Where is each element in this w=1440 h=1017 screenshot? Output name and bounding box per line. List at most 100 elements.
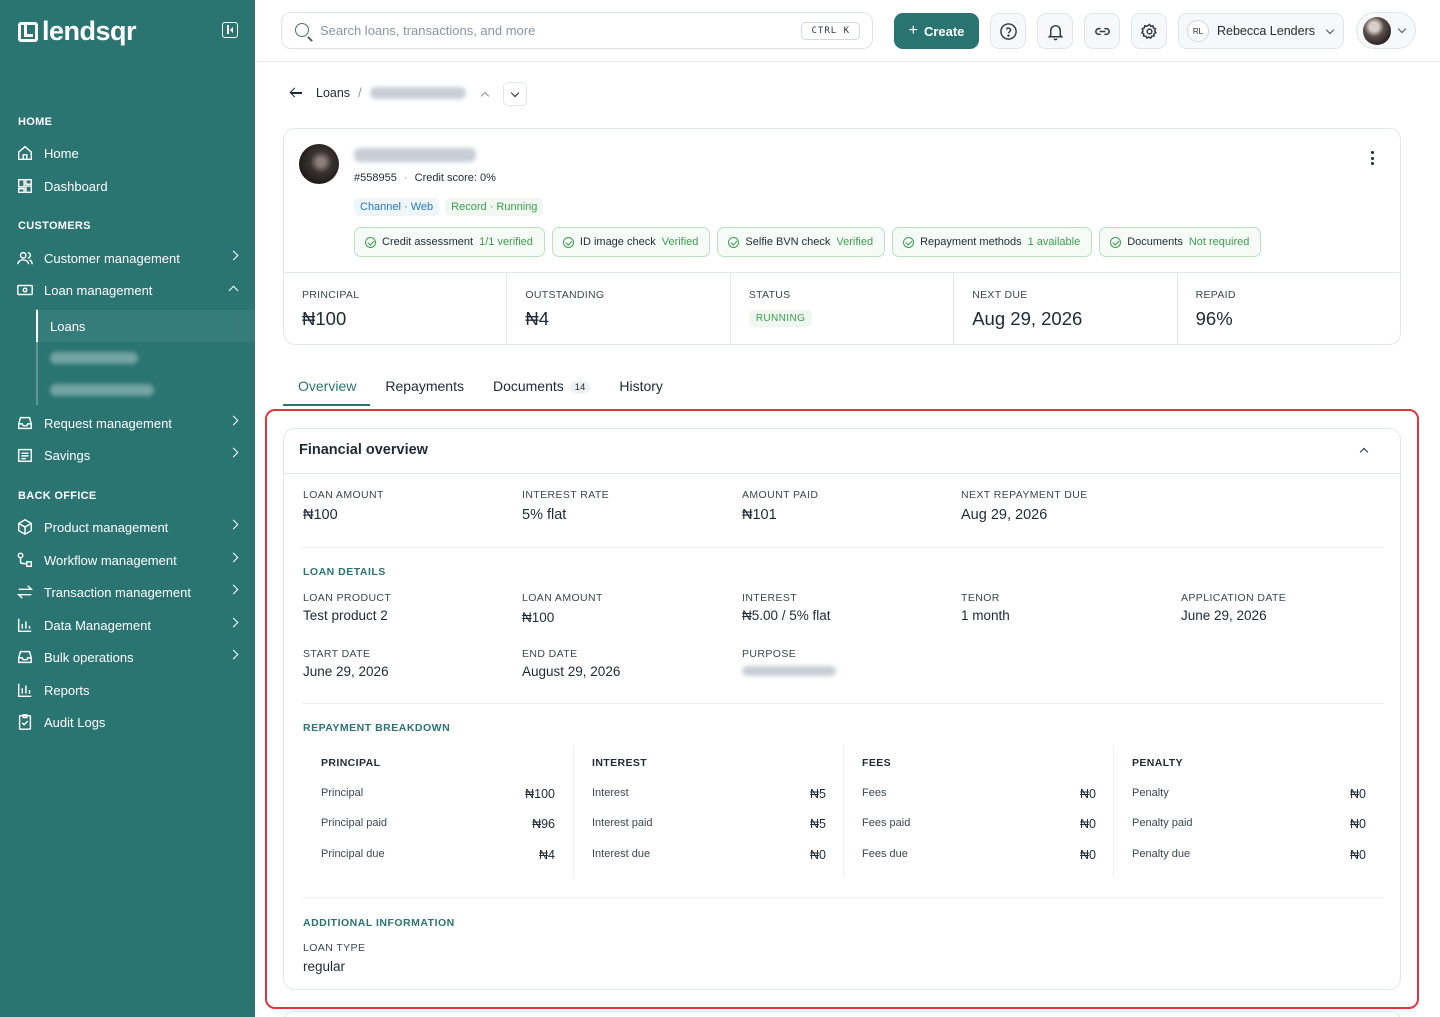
sidebar-item-customer-management[interactable]: Customer management: [0, 243, 255, 273]
sidebar-item-workflow-management[interactable]: Workflow management: [0, 545, 255, 575]
status-badge: RUNNING: [748, 310, 813, 327]
stat-next-due: NEXT DUE Aug 29, 2026: [954, 273, 1178, 345]
sidebar-item-bulk-operations[interactable]: Bulk operations: [0, 642, 255, 672]
tab-documents[interactable]: Documents 14: [478, 372, 604, 406]
chevron-right-icon: [228, 519, 239, 530]
section-home: HOME: [18, 116, 53, 128]
record-tag: Record · Running: [445, 198, 544, 216]
collapse-sidebar-icon[interactable]: [222, 22, 238, 38]
next-card-edge: [283, 1011, 1401, 1017]
users-icon: [16, 249, 34, 267]
tab-history[interactable]: History: [604, 372, 677, 406]
chevron-right-icon: [228, 447, 239, 458]
borrower-avatar: [299, 144, 339, 184]
reports-icon: [16, 681, 34, 699]
check-circle-icon: [562, 236, 574, 248]
avatar: [1363, 17, 1391, 45]
search-placeholder: Search loans, transactions, and more: [320, 23, 536, 38]
keyboard-shortcut: CTRL K: [801, 22, 860, 40]
loan-meta: #558955 · Credit score: 0%: [354, 172, 496, 184]
more-options-icon[interactable]: [1371, 151, 1374, 165]
sidebar-item-savings[interactable]: Savings: [0, 440, 255, 470]
settings-button[interactable]: [1131, 13, 1167, 49]
search-input[interactable]: Search loans, transactions, and more CTR…: [281, 12, 873, 49]
check-documents[interactable]: Documents Not required: [1099, 227, 1262, 257]
stat-status: STATUS RUNNING: [731, 273, 955, 345]
savings-icon: [16, 446, 34, 464]
tab-repayments[interactable]: Repayments: [370, 372, 478, 406]
chevron-down-icon: [510, 88, 520, 97]
sidebar-item-label: Product management: [44, 519, 169, 535]
tab-overview[interactable]: Overview: [283, 372, 371, 406]
sidebar-item-home[interactable]: Home: [0, 138, 255, 168]
loan-icon: [16, 281, 34, 299]
chevron-right-icon: [228, 250, 239, 261]
channel-tag: Channel · Web: [354, 198, 440, 216]
notifications-button[interactable]: [1037, 13, 1073, 49]
home-icon: [16, 144, 34, 162]
loan-management-submenu: Loans: [36, 309, 255, 405]
sidebar-item-label: Reports: [44, 682, 90, 698]
sidebar-item-label: Data Management: [44, 617, 151, 633]
borrower-name-redacted: [354, 148, 476, 162]
sidebar-item-reports[interactable]: Reports: [0, 675, 255, 705]
search-icon: [295, 23, 309, 37]
chevron-up-icon: [480, 91, 490, 100]
chevron-up-icon: [228, 285, 239, 296]
brand-logo[interactable]: lendsqr: [18, 16, 137, 47]
sidebar-item-transaction-management[interactable]: Transaction management: [0, 577, 255, 607]
sidebar-item-label: Loan management: [44, 282, 153, 298]
inbox-icon: [16, 648, 34, 666]
check-circle-icon: [365, 236, 376, 248]
check-selfie-bvn[interactable]: Selfie BVN check Verified: [717, 227, 886, 257]
help-button[interactable]: [990, 13, 1026, 49]
profile-menu[interactable]: [1356, 12, 1416, 49]
create-button[interactable]: + Create: [894, 13, 979, 49]
chevron-right-icon: [228, 584, 239, 595]
plus-icon: +: [908, 22, 918, 39]
user-menu[interactable]: RL Rebecca Lenders: [1178, 13, 1344, 49]
sidebar-item-redacted-2[interactable]: [38, 374, 257, 406]
back-arrow-icon[interactable]: [290, 86, 304, 100]
loan-stats: PRINCIPAL ₦100 OUTSTANDING ₦4 STATUS RUNNIN…: [284, 272, 1400, 345]
check-repayment-methods[interactable]: Repayment methods 1 available: [892, 227, 1093, 257]
chevron-right-icon: [228, 552, 239, 563]
loan-tabs: Overview Repayments Documents 14 History: [283, 372, 677, 406]
sidebar-item-dashboard[interactable]: Dashboard: [0, 171, 255, 201]
stat-repaid: REPAID 96%: [1195, 289, 1236, 329]
loan-tags: Channel · Web Record · Running: [354, 198, 544, 216]
link-button[interactable]: [1084, 13, 1120, 49]
bell-icon: [1047, 24, 1063, 40]
next-record-button[interactable]: [503, 82, 527, 106]
loan-id: #558955: [354, 172, 397, 184]
sidebar-item-loans[interactable]: Loans: [36, 310, 255, 342]
sidebar-item-redacted-1[interactable]: [38, 342, 257, 374]
sidebar-item-product-management[interactable]: Product management: [0, 512, 255, 542]
link-icon: [1094, 27, 1110, 35]
chevron-down-icon: [1325, 25, 1335, 34]
previous-record-button[interactable]: [473, 82, 497, 106]
documents-count-badge: 14: [569, 381, 591, 394]
sidebar-item-label: Transaction management: [44, 584, 191, 600]
breadcrumb-loans-link[interactable]: Loans: [316, 86, 350, 100]
dashboard-icon: [16, 177, 34, 195]
sidebar-item-request-management[interactable]: Request management: [0, 408, 255, 438]
sidebar-item-loan-management[interactable]: Loan management: [0, 275, 255, 305]
sidebar-item-audit-logs[interactable]: Audit Logs: [0, 707, 255, 737]
chevron-right-icon: [228, 617, 239, 628]
clipboard-check-icon: [16, 713, 34, 731]
sidebar-item-label: Workflow management: [44, 552, 177, 568]
credit-score: Credit score: 0%: [414, 172, 496, 184]
breadcrumb: Loans /: [290, 86, 466, 100]
check-credit-assessment[interactable]: Credit assessment 1/1 verified: [354, 227, 545, 257]
sidebar-item-label: Audit Logs: [44, 714, 106, 730]
sidebar-item-data-management[interactable]: Data Management: [0, 610, 255, 640]
check-id-image[interactable]: ID image check Verified: [551, 227, 711, 257]
sidebar: lendsqr HOME Home Dashboard CUSTOMERS Cu…: [0, 0, 255, 1017]
check-circle-icon: [903, 236, 915, 248]
topbar: Search loans, transactions, and more CTR…: [255, 0, 1440, 62]
stat-outstanding: OUTSTANDING ₦4: [507, 273, 731, 345]
chevron-down-icon: [1397, 24, 1407, 34]
bar-chart-icon: [16, 616, 34, 634]
sidebar-item-label: Request management: [44, 415, 172, 431]
